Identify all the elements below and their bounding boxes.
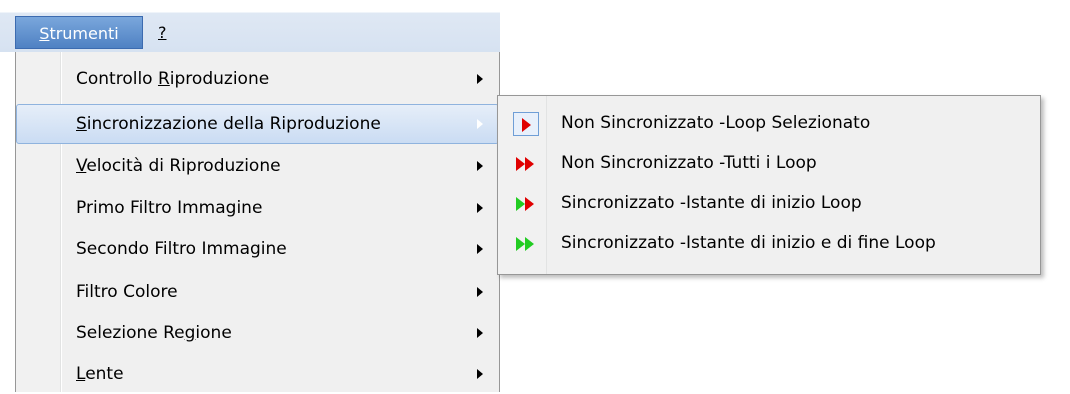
sincronizzazione-submenu: Non Sincronizzato -Loop Selezionato Non … — [497, 95, 1041, 275]
submenu-item-label: Non Sincronizzato -Tutti i Loop — [561, 153, 817, 173]
menu-item-label: Primo Filtro Immagine — [76, 198, 263, 218]
menu-strumenti-mnemonic: S — [39, 24, 50, 43]
submenu-item-sync-inizio-fine[interactable]: Sincronizzato -Istante di inizio e di fi… — [501, 223, 1037, 263]
menu-item-sincronizzazione[interactable]: Sincronizzazione della Riproduzione — [16, 104, 499, 144]
double-red-play-icon — [513, 152, 539, 176]
strumenti-dropdown: Controllo Riproduzione Sincronizzazione … — [15, 52, 500, 392]
submenu-item-label: Sincronizzato -Istante di inizio e di fi… — [561, 233, 936, 253]
submenu-item-sync-inizio[interactable]: Sincronizzato -Istante di inizio Loop — [501, 183, 1037, 223]
menu-item-label: Selezione Regione — [76, 323, 232, 343]
menu-strumenti-label: trumenti — [49, 24, 119, 43]
menu-item-label: Velocità di Riproduzione — [76, 156, 281, 176]
submenu-arrow-icon — [477, 328, 483, 338]
double-green-play-icon — [513, 232, 539, 256]
menu-strumenti[interactable]: Strumenti — [15, 16, 143, 49]
menu-item-velocita[interactable]: Velocità di Riproduzione — [16, 146, 499, 186]
submenu-item-non-sync-loop-selezionato[interactable]: Non Sincronizzato -Loop Selezionato — [501, 103, 1037, 143]
menu-help[interactable]: ? — [158, 16, 178, 49]
menu-item-lente[interactable]: Lente — [16, 354, 499, 394]
submenu-item-non-sync-tutti[interactable]: Non Sincronizzato -Tutti i Loop — [501, 143, 1037, 183]
menu-item-selezione-regione[interactable]: Selezione Regione — [16, 313, 499, 353]
menu-item-secondo-filtro[interactable]: Secondo Filtro Immagine — [16, 229, 499, 269]
menu-item-label: Filtro Colore — [76, 282, 178, 302]
submenu-arrow-icon — [477, 244, 483, 254]
submenu-arrow-icon — [477, 74, 483, 84]
submenu-arrow-icon — [477, 287, 483, 297]
submenu-arrow-icon — [477, 119, 483, 129]
submenu-arrow-icon — [477, 161, 483, 171]
menu-item-filtro-colore[interactable]: Filtro Colore — [16, 272, 499, 312]
submenu-arrow-icon — [477, 369, 483, 379]
submenu-item-label: Non Sincronizzato -Loop Selezionato — [561, 113, 871, 133]
single-red-play-icon — [513, 112, 539, 136]
menu-item-controllo-riproduzione[interactable]: Controllo Riproduzione — [16, 59, 499, 99]
menu-help-label: ? — [158, 23, 167, 42]
menu-item-label: Secondo Filtro Immagine — [76, 239, 287, 259]
submenu-item-label: Sincronizzato -Istante di inizio Loop — [561, 193, 862, 213]
menu-item-label: Sincronizzazione della Riproduzione — [76, 114, 381, 134]
menu-item-label: Lente — [76, 364, 124, 384]
red-green-play-icon — [513, 192, 539, 216]
menu-item-primo-filtro[interactable]: Primo Filtro Immagine — [16, 188, 499, 228]
menu-item-label: Controllo Riproduzione — [76, 69, 270, 89]
menu-bar: Strumenti ? — [0, 0, 500, 52]
submenu-arrow-icon — [477, 203, 483, 213]
